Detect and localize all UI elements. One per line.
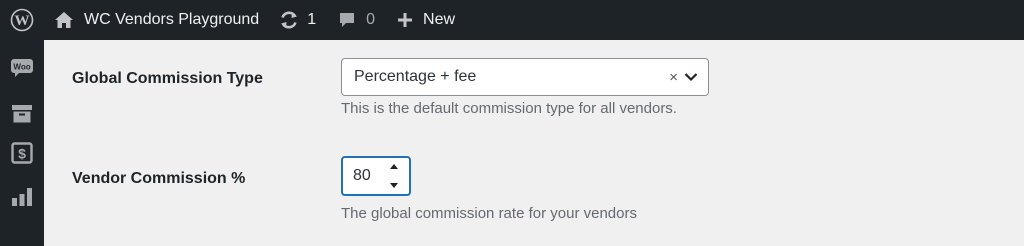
chevron-down-icon[interactable] [684,72,698,82]
new-label: New [423,11,456,28]
svg-text:$: $ [18,146,26,162]
admin-menu: Woo $ [0,40,44,246]
new-content-link[interactable]: New [397,0,455,40]
wordpress-logo-icon: W [10,8,34,32]
number-spinner[interactable] [387,162,401,190]
wordpress-logo-button[interactable]: W [0,0,44,40]
woocommerce-icon: Woo [11,59,33,77]
vendor-commission-label: Vendor Commission % [72,170,246,187]
comments-count: 0 [366,11,376,28]
commission-type-label: Global Commission Type [72,70,263,87]
updates-count: 1 [307,11,317,28]
sidebar-item-products[interactable] [0,99,44,129]
clear-selection-button[interactable]: × [669,69,678,86]
admin-bar: W WC Vendors Playground 1 0 New [0,0,1024,40]
comments-link[interactable]: 0 [338,0,375,40]
vendor-commission-input[interactable]: 80 [341,156,411,196]
updates-link[interactable]: 1 [279,0,316,40]
vendor-commission-value: 80 [353,167,371,184]
plus-icon [398,13,413,27]
site-name-label: WC Vendors Playground [84,11,260,28]
analytics-icon [12,188,32,206]
spin-down-icon[interactable] [389,182,399,190]
spin-up-icon[interactable] [389,162,399,170]
comment-icon [340,13,355,27]
refresh-icon [281,11,298,29]
settings-content: Global Commission Type Percentage + fee … [44,40,1024,246]
archive-icon [12,105,32,123]
dollar-icon: $ [11,142,33,164]
sidebar-item-payments[interactable]: $ [0,138,44,168]
commission-type-description: This is the default commission type for … [341,100,677,117]
commission-type-value: Percentage + fee [354,68,477,85]
home-icon [55,12,73,28]
commission-type-select[interactable]: Percentage + fee × [341,58,709,96]
svg-text:W: W [15,13,30,29]
sidebar-item-analytics[interactable] [0,182,44,212]
sidebar-item-woocommerce[interactable]: Woo [0,53,44,83]
vendor-commission-description: The global commission rate for your vend… [341,205,637,222]
site-name-link[interactable]: WC Vendors Playground [54,0,259,40]
woocommerce-icon-label: Woo [13,63,30,72]
